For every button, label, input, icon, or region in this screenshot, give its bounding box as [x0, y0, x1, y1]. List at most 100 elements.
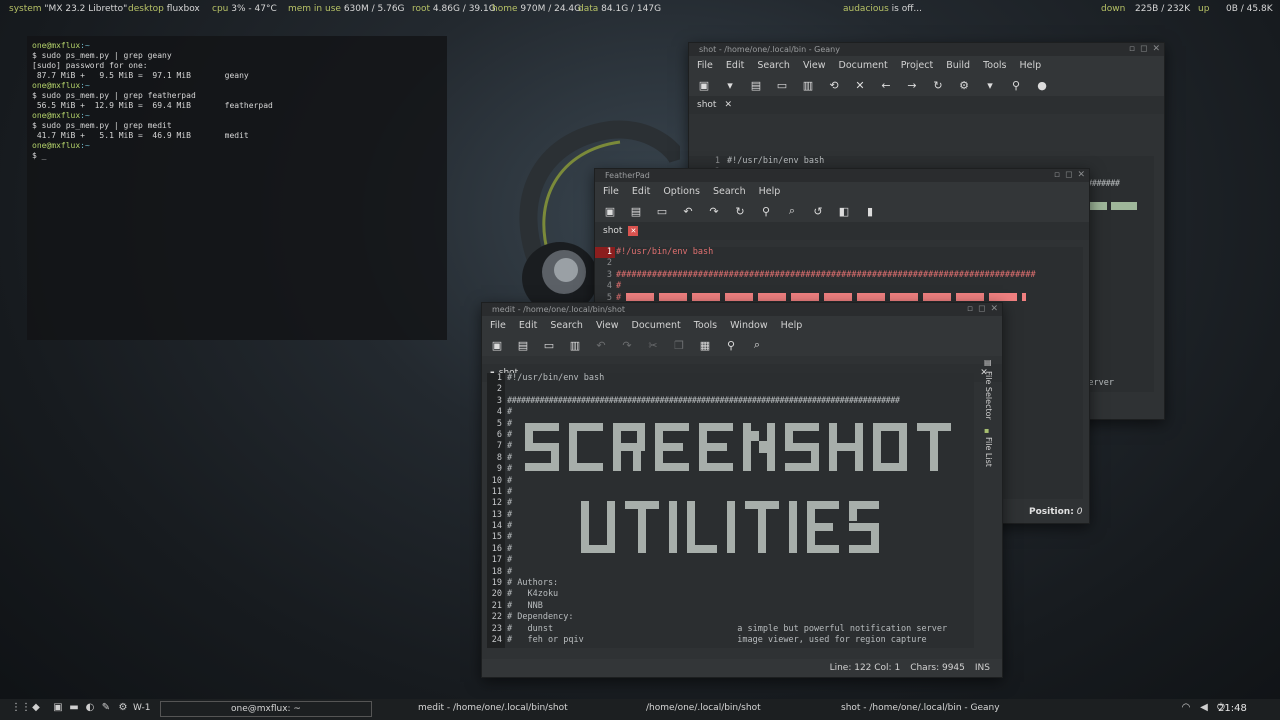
tab-shot[interactable]: shot [697, 100, 716, 110]
medit-editor[interactable]: 1 2 3 4 5 6 7 8 9 10 11 12 13 14 15 16 1… [487, 373, 974, 648]
menu-project[interactable]: Project [901, 60, 934, 71]
cpu-label: cpu [212, 4, 229, 14]
menu-tools[interactable]: Tools [694, 320, 717, 331]
menu-view[interactable]: View [803, 60, 826, 71]
system-label: system [9, 4, 42, 14]
search-icon[interactable]: ⚲ [760, 205, 772, 218]
open-file-icon[interactable]: ▾ [724, 79, 736, 92]
side-tab-file-list[interactable]: File List [984, 437, 993, 467]
open-icon[interactable]: ▤ [517, 339, 529, 352]
save-as-icon[interactable]: ▥ [569, 339, 581, 352]
save-icon[interactable]: ▭ [543, 339, 555, 352]
workspace-label[interactable]: W-1 [133, 703, 151, 713]
reload-icon[interactable]: ↻ [734, 205, 746, 218]
medit-titlebar[interactable]: medit - /home/one/.local/bin/shot ▫ ◻ ✕ [482, 303, 1002, 316]
terminal-launcher-icon[interactable]: ▣ [50, 702, 66, 713]
task-featherpad[interactable]: /home/one/.local/bin/shot [646, 703, 761, 713]
gear-icon[interactable]: ⚙ [958, 79, 970, 92]
file-selector-icon[interactable]: ▤ [984, 358, 998, 367]
tab-close-icon[interactable]: ✕ [724, 100, 732, 110]
replace-icon[interactable]: ⌕ [786, 204, 798, 217]
new-file-icon[interactable]: ▣ [491, 339, 503, 352]
save-all-icon[interactable]: ▥ [802, 79, 814, 92]
file-manager-icon[interactable]: ▬ [66, 702, 82, 713]
minimize-icon[interactable]: ▫ [1054, 170, 1060, 180]
task-medit[interactable]: medit - /home/one/.local/bin/shot [418, 703, 568, 713]
paste-icon[interactable]: ▦ [699, 339, 711, 352]
maximize-icon[interactable]: ◻ [1140, 44, 1147, 54]
featherpad-titlebar[interactable]: FeatherPad ▫ ◻ ✕ [595, 169, 1089, 182]
maximize-icon[interactable]: ◻ [978, 304, 985, 314]
go-to-line-icon[interactable]: ↺ [812, 205, 824, 218]
menu-view[interactable]: View [596, 320, 619, 331]
menu-window[interactable]: Window [730, 320, 767, 331]
clock[interactable]: 21:48 [1218, 703, 1247, 714]
close-file-icon[interactable]: ✕ [854, 79, 866, 92]
browser-icon[interactable]: ◐ [82, 702, 98, 713]
redo-icon[interactable]: ↷ [708, 205, 720, 218]
copy-icon[interactable]: ❐ [673, 339, 685, 352]
tags-icon[interactable]: ◆ [28, 702, 44, 713]
menu-help[interactable]: Help [759, 186, 781, 197]
replace-icon[interactable]: ⌕ [751, 338, 763, 351]
menu-help[interactable]: Help [781, 320, 803, 331]
terminal-window[interactable]: one@mxflux:~ $ sudo ps_mem.py | grep gea… [27, 36, 447, 340]
mem-label: mem in use [288, 4, 341, 14]
menu-build[interactable]: Build [946, 60, 970, 71]
side-pane-icon[interactable]: ◧ [838, 205, 850, 218]
close-icon[interactable]: ✕ [1152, 44, 1160, 54]
editor-launcher-icon[interactable]: ✎ [98, 702, 114, 713]
build-dropdown-icon[interactable]: ▾ [984, 79, 996, 92]
task-geany[interactable]: shot - /home/one/.local/bin - Geany [841, 703, 1000, 713]
menu-search[interactable]: Search [550, 320, 583, 331]
file-list-icon[interactable]: ▪ [984, 426, 998, 435]
menu-file[interactable]: File [490, 320, 506, 331]
cut-icon[interactable]: ✂ [647, 339, 659, 352]
search-icon[interactable]: ⚲ [725, 339, 737, 352]
menu-document[interactable]: Document [632, 320, 681, 331]
maximize-icon[interactable]: ◻ [1065, 170, 1072, 180]
menu-file[interactable]: File [603, 186, 619, 197]
tab-shot[interactable]: shot [603, 226, 622, 236]
task-terminal[interactable]: one@mxflux: ~ [160, 701, 372, 717]
app-menu-icon[interactable]: ⋮⋮ [11, 702, 31, 713]
minimize-icon[interactable]: ▫ [1129, 44, 1135, 54]
back-icon[interactable]: ← [880, 79, 892, 92]
redo-icon[interactable]: ↷ [621, 339, 633, 352]
geany-titlebar[interactable]: shot - /home/one/.local/bin - Geany ▫ ◻ ✕ [689, 43, 1164, 56]
menu-options[interactable]: Options [663, 186, 700, 197]
side-tab-file-selector[interactable]: File Selector [984, 371, 993, 420]
forward-icon[interactable]: → [906, 79, 918, 92]
menu-file[interactable]: File [697, 60, 713, 71]
close-icon[interactable]: ✕ [1077, 170, 1085, 180]
menu-tools[interactable]: Tools [983, 60, 1006, 71]
new-file-icon[interactable]: ▣ [604, 205, 616, 218]
medit-window[interactable]: medit - /home/one/.local/bin/shot ▫ ◻ ✕ Fi… [481, 302, 1003, 678]
revert-icon[interactable]: ⟲ [828, 79, 840, 92]
color-picker-icon[interactable]: ● [1036, 79, 1048, 92]
menu-document[interactable]: Document [839, 60, 888, 71]
menu-search[interactable]: Search [757, 60, 790, 71]
close-icon[interactable]: ✕ [990, 304, 998, 314]
tab-close-icon[interactable]: ✕ [628, 226, 639, 236]
undo-icon[interactable]: ↶ [682, 205, 694, 218]
menu-help[interactable]: Help [1020, 60, 1042, 71]
save-icon[interactable]: ▭ [776, 79, 788, 92]
menu-edit[interactable]: Edit [726, 60, 744, 71]
menu-edit[interactable]: Edit [632, 186, 650, 197]
menu-search[interactable]: Search [713, 186, 746, 197]
menu-edit[interactable]: Edit [519, 320, 537, 331]
geany-menubar: File Edit Search View Document Project B… [689, 56, 1164, 74]
undo-icon[interactable]: ↶ [595, 339, 607, 352]
open-icon[interactable]: ▤ [750, 79, 762, 92]
bookmark-icon[interactable]: ▮ [864, 205, 876, 218]
status-line-col: Line: 122 Col: 1 [829, 663, 901, 673]
save-icon[interactable]: ▭ [656, 205, 668, 218]
run-icon[interactable]: ⚲ [1010, 79, 1022, 92]
volume-icon[interactable]: ◀ [1196, 702, 1212, 713]
open-icon[interactable]: ▤ [630, 205, 642, 218]
compile-icon[interactable]: ↻ [932, 79, 944, 92]
wifi-icon[interactable]: ◠ [1178, 702, 1194, 713]
minimize-icon[interactable]: ▫ [967, 304, 973, 314]
new-file-icon[interactable]: ▣ [698, 79, 710, 92]
